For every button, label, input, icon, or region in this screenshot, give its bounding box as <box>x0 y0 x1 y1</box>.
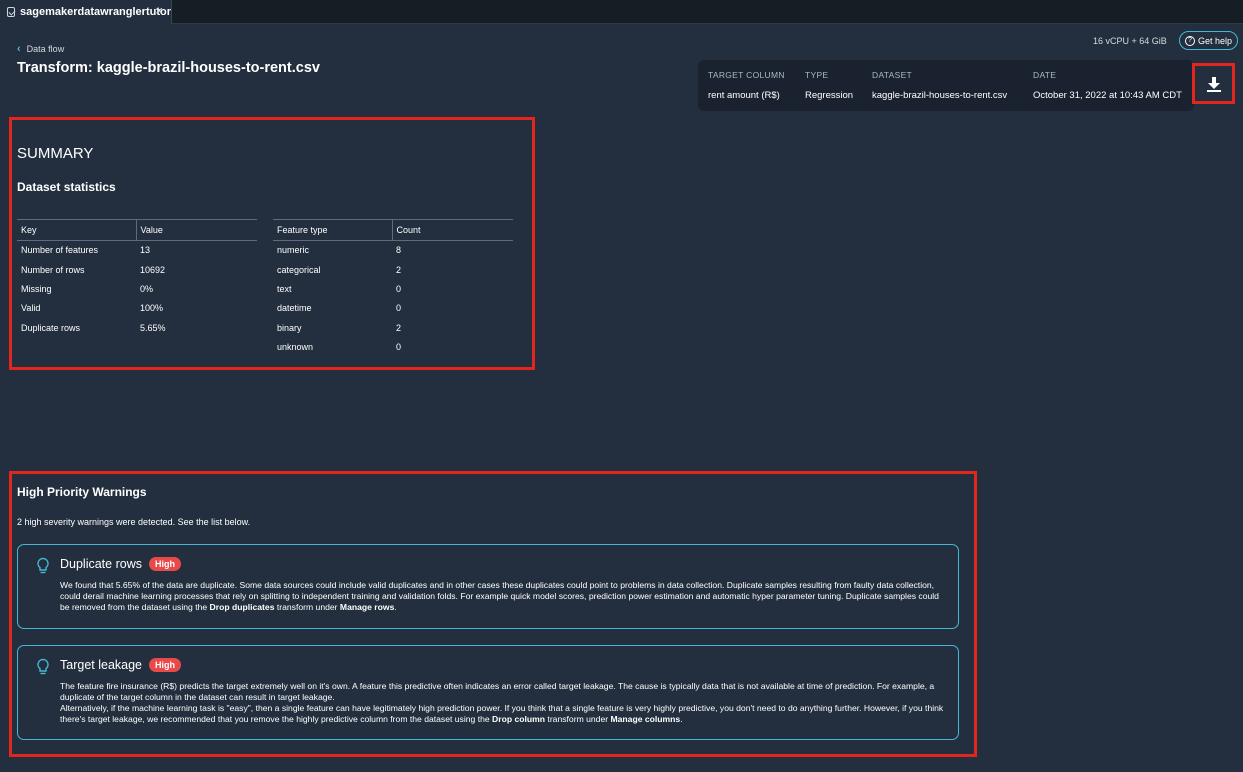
stat-key: Duplicate rows <box>21 322 81 333</box>
lightbulb-icon <box>37 557 49 574</box>
stat-key: Valid <box>21 303 41 314</box>
feature-count: 0 <box>396 342 402 353</box>
stat-key: Missing <box>21 283 52 294</box>
date-info: DATE October 31, 2022 at 10:43 AM CDT <box>1033 70 1182 101</box>
table-row: Number of rows 10692 <box>17 260 257 279</box>
stat-value: 13 <box>140 245 151 256</box>
close-icon[interactable]: × <box>155 3 163 18</box>
target-column-info: TARGET COLUMN rent amount (R$) <box>708 70 785 101</box>
severity-badge: High <box>149 658 182 672</box>
table-row: Valid 100% <box>17 299 257 318</box>
stat-value: 0% <box>140 283 154 294</box>
download-icon <box>1206 76 1221 92</box>
target-column-header: TARGET COLUMN <box>708 70 785 80</box>
breadcrumb[interactable]: ‹ Data flow <box>17 43 64 55</box>
type-info: TYPE Regression <box>805 70 853 101</box>
feature-type-table: Feature type Count numeric 8 categorical 2… <box>273 219 513 357</box>
dataset-header: DATASET <box>872 70 913 80</box>
table-row: numeric 8 <box>273 241 513 260</box>
get-help-label: Get help <box>1197 35 1233 46</box>
warning-text: transform under <box>274 602 340 613</box>
feature-count: 2 <box>396 322 402 333</box>
feature-type: numeric <box>277 245 310 256</box>
stat-key: Number of features <box>21 245 99 256</box>
instance-resources: 16 vCPU + 64 GiB <box>1093 36 1167 46</box>
warning-paragraph: Alternatively, if the machine learning t… <box>60 703 945 725</box>
tab-label: sagemakerdatawranglertutor <box>20 6 171 18</box>
table-row: Duplicate rows 5.65% <box>17 318 257 337</box>
feature-type: categorical <box>277 264 321 275</box>
table-row: Missing 0% <box>17 279 257 298</box>
column-header-value: Value <box>135 219 257 241</box>
warning-text: The feature fire insurance (R$) predicts… <box>60 681 935 703</box>
download-button[interactable] <box>1192 63 1235 104</box>
table-row: datetime 0 <box>273 299 513 318</box>
app-icon <box>7 7 15 17</box>
column-header-feature-type: Feature type <box>273 219 392 241</box>
warning-body: We found that 5.65% of the data are dupl… <box>60 580 945 613</box>
feature-count: 0 <box>396 283 402 294</box>
type-value: Regression <box>805 90 854 101</box>
dataset-statistics-title: Dataset statistics <box>17 180 116 194</box>
feature-type: datetime <box>277 303 312 314</box>
warning-text: . <box>394 602 397 613</box>
table-header-row: Key Value <box>17 219 257 241</box>
summary-title: SUMMARY <box>17 145 94 162</box>
transform-category: Manage rows <box>339 602 395 613</box>
warnings-subtitle: 2 high severity warnings were detected. … <box>17 517 251 527</box>
tab-sagemakerdatawranglertutor[interactable]: sagemakerdatawranglertutor × <box>0 0 172 24</box>
type-header: TYPE <box>805 70 829 80</box>
warnings-title: High Priority Warnings <box>17 485 147 499</box>
warning-title-text: Duplicate rows <box>60 557 142 571</box>
column-header-count: Count <box>391 219 513 241</box>
table-row: text 0 <box>273 279 513 298</box>
breadcrumb-label[interactable]: Data flow <box>27 44 65 54</box>
table-row: binary 2 <box>273 318 513 337</box>
transform-name: Drop duplicates <box>209 602 275 613</box>
feature-count: 0 <box>396 303 402 314</box>
warning-text: . <box>680 714 683 725</box>
table-row: categorical 2 <box>273 260 513 279</box>
feature-count: 8 <box>396 245 402 256</box>
dataset-statistics-table: Key Value Number of features 13 Number of… <box>17 219 257 337</box>
severity-badge: High <box>148 557 181 571</box>
stat-value: 5.65% <box>140 322 166 333</box>
warning-text: We found that 5.65% of the data are dupl… <box>60 580 939 613</box>
column-header-key: Key <box>17 219 136 241</box>
warning-title: Target leakage High <box>60 658 182 672</box>
table-header-row: Feature type Count <box>273 219 513 241</box>
tab-bar: sagemakerdatawranglertutor × <box>0 0 1243 24</box>
stat-value: 10692 <box>140 264 166 275</box>
stat-value: 100% <box>140 303 164 314</box>
stat-key: Number of rows <box>21 264 85 275</box>
dataset-info: DATASET kaggle-brazil-houses-to-rent.csv <box>872 70 1007 101</box>
warning-card-target-leakage: Target leakage High The feature fire ins… <box>17 645 959 740</box>
help-icon: ? <box>1184 35 1195 46</box>
page-title: Transform: kaggle-brazil-houses-to-rent.… <box>17 60 320 76</box>
table-row: Number of features 13 <box>17 241 257 260</box>
date-header: DATE <box>1033 70 1057 80</box>
transform-category: Manage columns <box>610 714 681 725</box>
target-column-value: rent amount (R$) <box>708 90 780 101</box>
lightbulb-icon <box>37 658 49 675</box>
report-info-card: TARGET COLUMN rent amount (R$) TYPE Regr… <box>698 60 1194 111</box>
feature-type: text <box>277 283 292 294</box>
get-help-button[interactable]: ? Get help <box>1179 31 1238 50</box>
transform-name: Drop column <box>492 714 546 725</box>
chevron-left-icon: ‹ <box>17 43 21 55</box>
warning-card-duplicate-rows: Duplicate rows High We found that 5.65% … <box>17 544 959 629</box>
warning-title-text: Target leakage <box>60 658 143 672</box>
feature-count: 2 <box>396 264 402 275</box>
feature-type: unknown <box>277 342 314 353</box>
warning-body: The feature fire insurance (R$) predicts… <box>60 681 945 725</box>
date-value: October 31, 2022 at 10:43 AM CDT <box>1033 90 1182 101</box>
warning-text: transform under <box>545 714 611 725</box>
warning-title: Duplicate rows High <box>60 557 181 571</box>
table-row: unknown 0 <box>273 337 513 356</box>
dataset-value: kaggle-brazil-houses-to-rent.csv <box>872 90 1008 101</box>
feature-type: binary <box>277 322 302 333</box>
